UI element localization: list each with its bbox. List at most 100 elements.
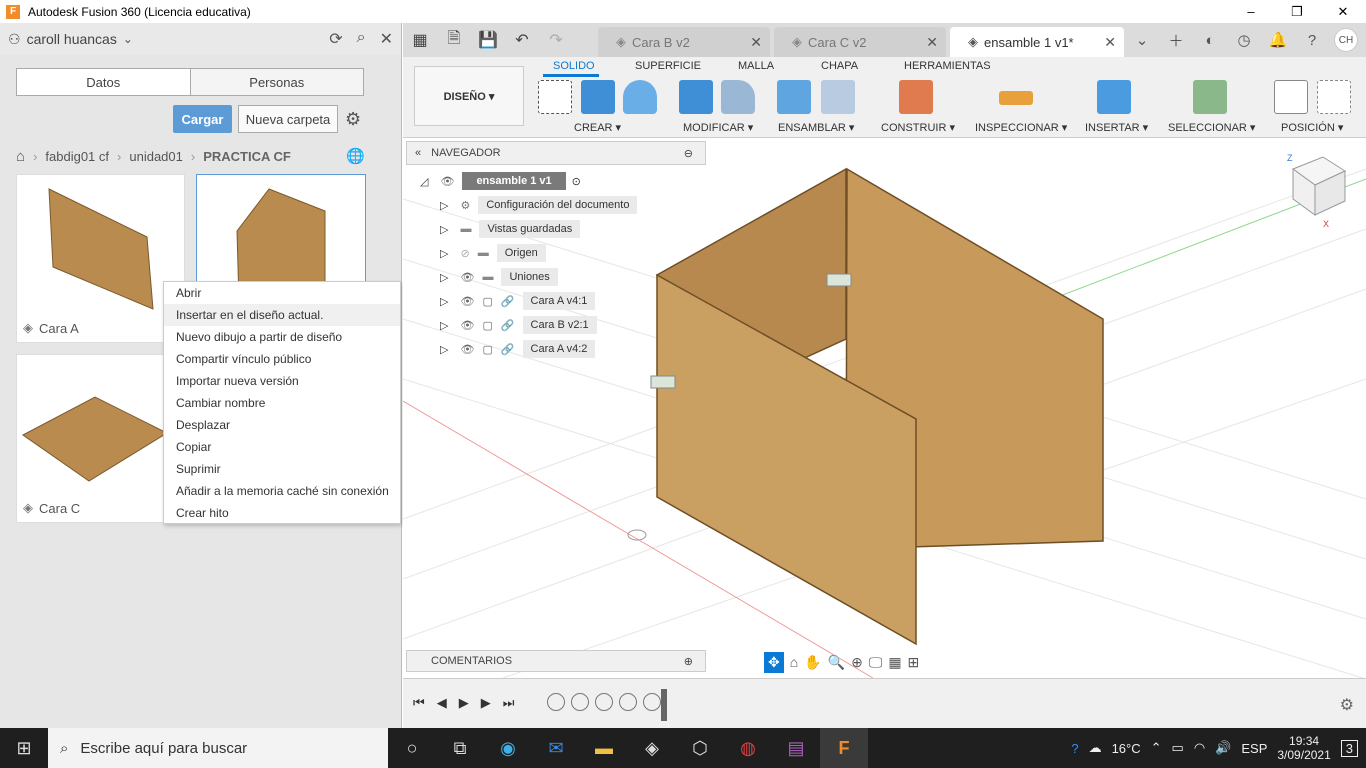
group-inspeccionar[interactable]: INSPECCIONAR ▾ xyxy=(975,121,1067,134)
menu-item-cache[interactable]: Añadir a la memoria caché sin conexión xyxy=(164,480,400,502)
timeline-start-icon[interactable]: ⏮ xyxy=(413,695,425,711)
search-icon[interactable]: ⌕ xyxy=(357,29,366,49)
task-view-icon[interactable]: ⧉ xyxy=(436,728,484,768)
edge-icon[interactable]: ◉ xyxy=(484,728,532,768)
tab-datos[interactable]: Datos xyxy=(17,69,191,95)
tree-item[interactable]: ▷ 👁 ▢ 🔗 Cara A v4:2 xyxy=(440,338,596,360)
fillet-icon[interactable] xyxy=(721,80,755,114)
comments-panel[interactable]: COMENTARIOS ⊕ xyxy=(406,650,706,672)
create-sketch-icon[interactable] xyxy=(538,80,572,114)
fusion-taskbar-icon[interactable]: F xyxy=(820,728,868,768)
revolve-icon[interactable] xyxy=(623,80,657,114)
expand-icon[interactable]: ▷ xyxy=(440,319,448,332)
viewports-icon[interactable]: ⊞ xyxy=(908,654,920,671)
new-component-icon[interactable] xyxy=(777,80,811,114)
tray-chevron-icon[interactable]: ⌃ xyxy=(1151,740,1162,756)
collapse-triangle-icon[interactable]: ◿ xyxy=(420,175,428,188)
expand-icon[interactable]: ▷ xyxy=(440,223,448,236)
design-thumbnail[interactable]: ◈Cara C V xyxy=(16,354,185,523)
tab-personas[interactable]: Personas xyxy=(191,69,364,95)
clock[interactable]: 19:34 3/09/2021 xyxy=(1277,734,1330,762)
menu-item-desplazar[interactable]: Desplazar xyxy=(164,414,400,436)
tab-solido[interactable]: SOLIDO xyxy=(553,60,595,72)
tree-item[interactable]: ▷ ⊘ ▬ Origen xyxy=(440,242,546,264)
fit-icon[interactable]: ⊕ xyxy=(851,654,863,671)
group-ensamblar[interactable]: ENSAMBLAR ▾ xyxy=(778,121,854,134)
timeline-play-icon[interactable]: ▶ xyxy=(459,695,469,711)
workspace-switcher[interactable]: DISEÑO ▾ xyxy=(414,66,524,126)
add-comment-icon[interactable]: ⊕ xyxy=(684,655,693,668)
help-icon[interactable]: ? xyxy=(1071,741,1078,756)
timeline-joint-icon[interactable] xyxy=(595,693,613,711)
radio-icon[interactable]: ⊙ xyxy=(572,175,581,188)
timeline-back-icon[interactable]: ◀ xyxy=(437,695,447,711)
expand-icon[interactable]: ▷ xyxy=(440,271,448,284)
close-icon[interactable]: ✕ xyxy=(750,34,762,51)
clock-icon[interactable]: ◷ xyxy=(1232,28,1256,52)
chrome-icon[interactable]: ◍ xyxy=(724,728,772,768)
chevron-down-icon[interactable]: ⌄ xyxy=(1130,28,1154,52)
dropbox-icon[interactable]: ◈ xyxy=(628,728,676,768)
temperature[interactable]: 16°C xyxy=(1112,741,1141,756)
group-crear[interactable]: CREAR ▾ xyxy=(574,121,621,134)
app-icon[interactable]: ⬡ xyxy=(676,728,724,768)
explorer-icon[interactable]: ▬ xyxy=(580,728,628,768)
close-button[interactable]: ✕ xyxy=(1320,0,1366,23)
tab-superficie[interactable]: SUPERFICIE xyxy=(635,60,701,72)
joint-icon[interactable] xyxy=(826,273,852,287)
gear-icon[interactable]: ⚙ xyxy=(1340,695,1354,715)
menu-item-nuevo-dibujo[interactable]: Nuevo dibujo a partir de diseño xyxy=(164,326,400,348)
wifi-icon[interactable]: ◠ xyxy=(1194,740,1205,756)
eye-hidden-icon[interactable]: ⊘ xyxy=(460,247,469,260)
eye-icon[interactable]: 👁 xyxy=(460,319,474,332)
file-icon[interactable]: 🗎 xyxy=(441,27,467,53)
eye-icon[interactable]: 👁 xyxy=(460,295,474,308)
grid-icon[interactable]: ▦ xyxy=(888,654,901,671)
upload-button[interactable]: Cargar xyxy=(173,105,232,133)
tree-item[interactable]: ▷ 👁 ▢ 🔗 Cara B v2:1 xyxy=(440,314,597,336)
timeline-end-icon[interactable]: ⏭ xyxy=(503,695,515,711)
timeline-joint-icon[interactable] xyxy=(643,693,661,711)
insert-image-icon[interactable] xyxy=(1097,80,1131,114)
home-icon[interactable]: ⌂ xyxy=(16,148,25,165)
notifications-icon[interactable]: 3 xyxy=(1340,739,1358,757)
volume-icon[interactable]: 🔊 xyxy=(1215,740,1231,756)
position-icon[interactable] xyxy=(1274,80,1308,114)
grid-menu-icon[interactable]: ▦ xyxy=(407,27,433,53)
bell-icon[interactable]: 🔔 xyxy=(1266,28,1290,52)
weather-icon[interactable]: ☁ xyxy=(1089,740,1102,756)
team-icon[interactable]: ⚇ xyxy=(8,31,21,48)
offset-plane-icon[interactable] xyxy=(899,80,933,114)
eye-icon[interactable]: 👁 xyxy=(460,343,474,356)
tree-item[interactable]: ▷ ⚙ Configuración del documento xyxy=(440,194,638,216)
battery-icon[interactable]: ▭ xyxy=(1172,740,1184,756)
tree-item[interactable]: ▷ ▬ Vistas guardadas xyxy=(440,218,581,240)
group-posicion[interactable]: POSICIÓN ▾ xyxy=(1281,121,1343,134)
help-icon[interactable]: ? xyxy=(1300,28,1324,52)
redo-icon[interactable]: ↷ xyxy=(543,27,569,53)
close-icon[interactable]: ✕ xyxy=(380,29,393,49)
user-name[interactable]: caroll huancas xyxy=(27,31,117,47)
expand-icon[interactable]: ▷ xyxy=(440,343,448,356)
measure-icon[interactable] xyxy=(999,91,1033,105)
extrude-icon[interactable] xyxy=(581,80,615,114)
language[interactable]: ESP xyxy=(1241,741,1267,756)
zoom-icon[interactable]: 🔍 xyxy=(828,654,845,671)
timeline-joint-icon[interactable] xyxy=(547,693,565,711)
minus-icon[interactable]: ⊖ xyxy=(684,147,693,160)
group-modificar[interactable]: MODIFICAR ▾ xyxy=(683,121,753,134)
expand-icon[interactable]: ▷ xyxy=(440,199,448,212)
joint-icon[interactable] xyxy=(821,80,855,114)
display-settings-icon[interactable]: 🖵 xyxy=(869,654,883,671)
tree-root[interactable]: ◿ 👁 ensamble 1 v1 ⊙ xyxy=(420,170,581,192)
menu-item-compartir[interactable]: Compartir vínculo público xyxy=(164,348,400,370)
tree-item[interactable]: ▷ 👁 ▬ Uniones xyxy=(440,266,558,288)
cortana-icon[interactable]: ○ xyxy=(388,728,436,768)
eye-icon[interactable]: 👁 xyxy=(440,175,454,188)
mail-icon[interactable]: ✉ xyxy=(532,728,580,768)
close-icon[interactable]: ✕ xyxy=(1104,34,1116,51)
select-icon[interactable] xyxy=(1193,80,1227,114)
tab-herramientas[interactable]: HERRAMIENTAS xyxy=(904,60,991,72)
new-folder-button[interactable]: Nueva carpeta xyxy=(238,105,338,133)
design-thumbnail[interactable]: ◈Cara A V xyxy=(16,174,185,343)
